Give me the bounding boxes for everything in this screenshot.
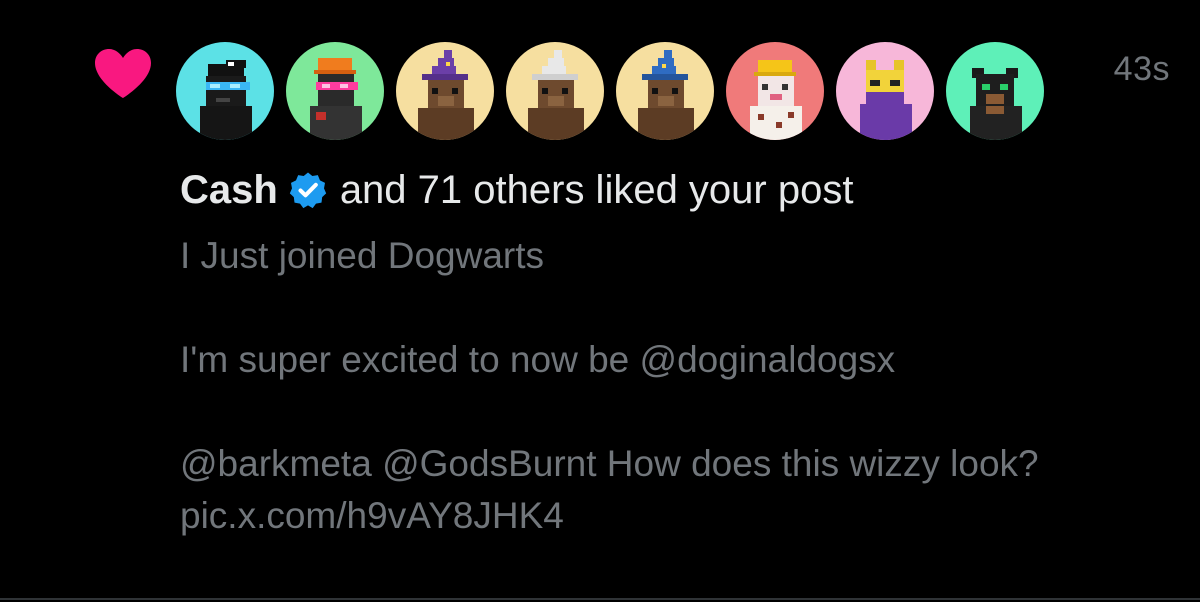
avatar-2[interactable] [286,42,384,140]
avatar-1[interactable] [176,42,274,140]
pixel-dog-avatar-icon [726,42,824,140]
pixel-dog-avatar-icon [286,42,384,140]
avatar-8[interactable] [946,42,1044,140]
avatar-4[interactable] [506,42,604,140]
avatar-6[interactable] [726,42,824,140]
pixel-dog-avatar-icon [836,42,934,140]
actor-name[interactable]: Cash [180,164,278,216]
avatar-5[interactable] [616,42,714,140]
pixel-dog-avatar-icon [506,42,604,140]
pixel-dog-avatar-icon [616,42,714,140]
pixel-dog-avatar-icon [396,42,494,140]
avatar-3[interactable] [396,42,494,140]
post-preview-text[interactable]: I Just joined Dogwarts I'm super excited… [180,230,1140,542]
heart-icon [95,49,151,98]
notification-headline: Cash and 71 others liked your post [180,164,853,216]
divider [0,598,1200,600]
verified-badge-icon [289,172,326,209]
liker-avatars [176,42,1044,140]
timestamp[interactable]: 43s [1114,50,1170,89]
pixel-dog-avatar-icon [176,42,274,140]
action-text: and 71 others liked your post [339,168,854,212]
avatar-7[interactable] [836,42,934,140]
pixel-dog-avatar-icon [946,42,1044,140]
like-notification[interactable]: 43s Cash and 71 others liked your post I… [0,0,1200,600]
